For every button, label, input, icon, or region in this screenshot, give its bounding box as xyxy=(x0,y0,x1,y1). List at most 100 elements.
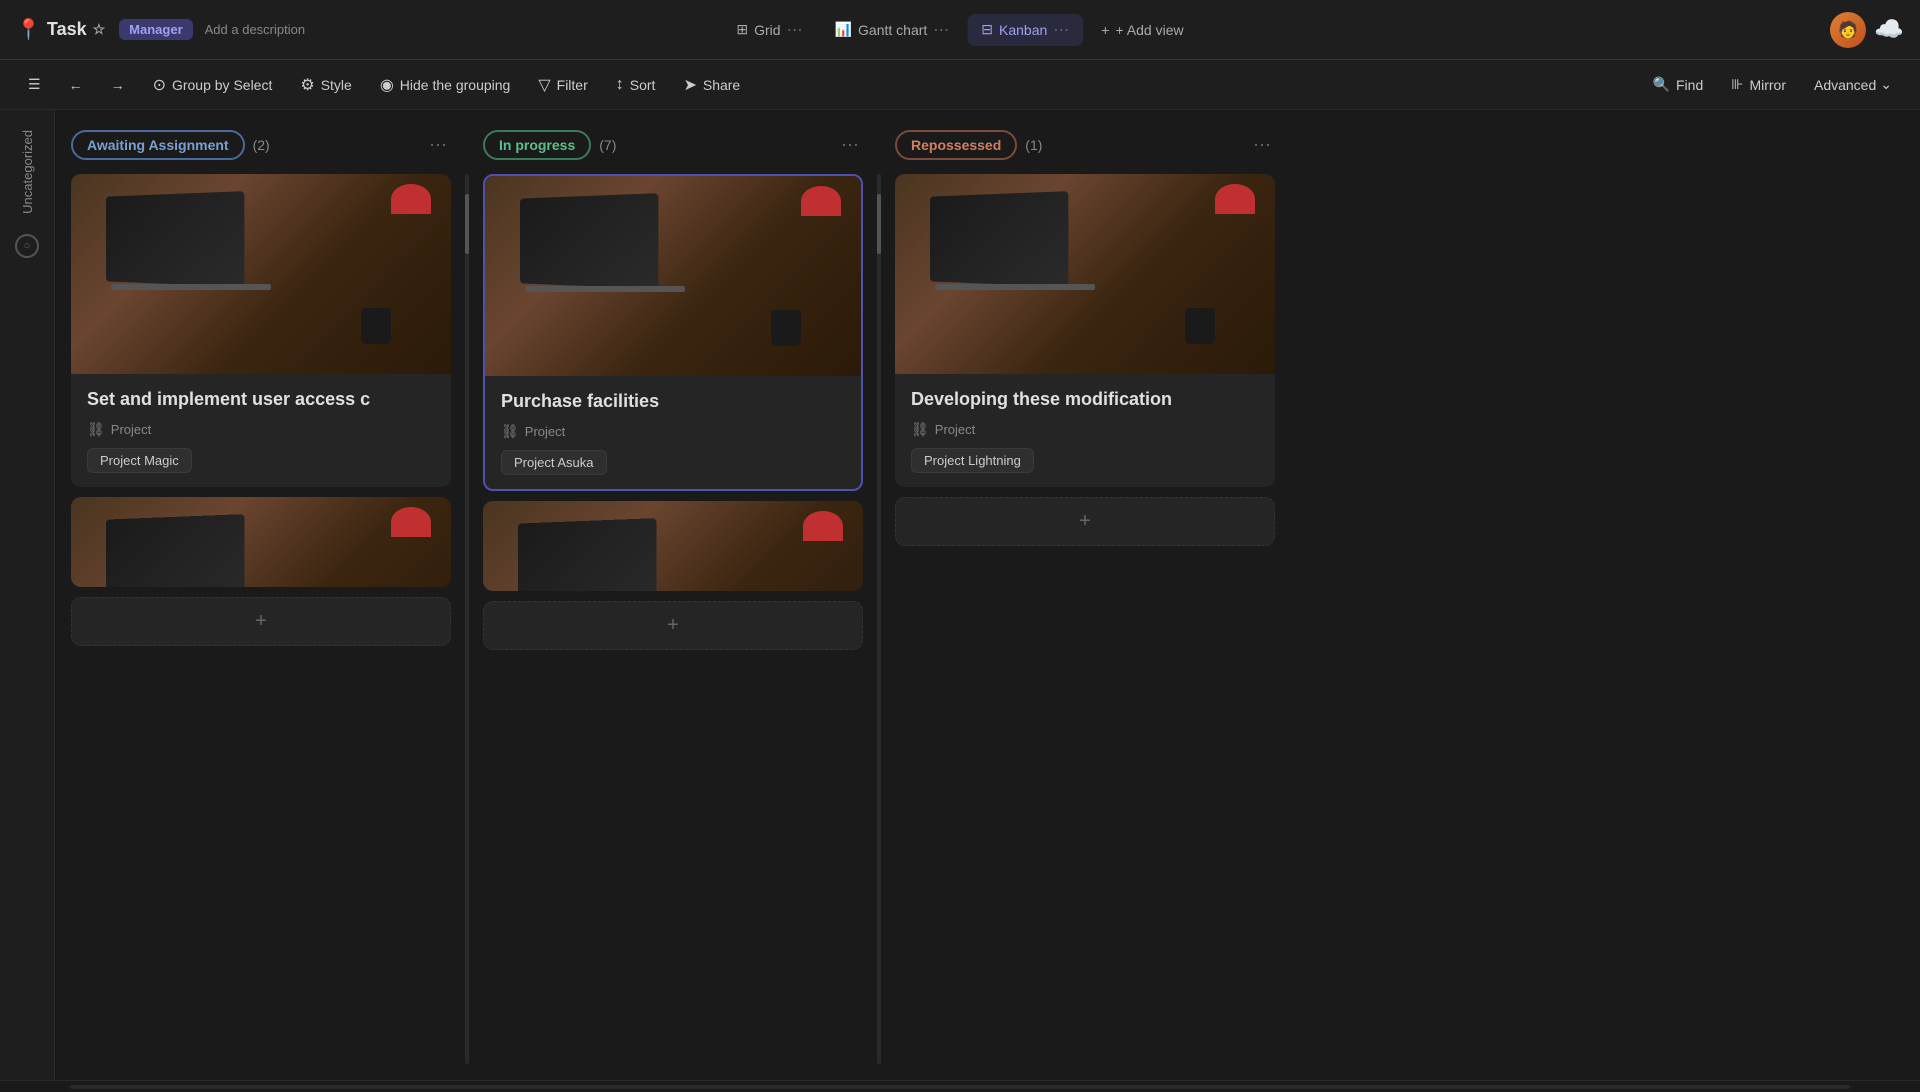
column-header-awaiting: Awaiting Assignment (2) ⋯ xyxy=(71,126,451,164)
redo-icon: → xyxy=(111,77,125,93)
column-label-awaiting: Awaiting Assignment (2) xyxy=(71,130,270,160)
hat-decoration-2 xyxy=(391,507,431,537)
sidebar-toggle-button[interactable]: ☰ xyxy=(16,71,53,98)
style-icon: ⚙ xyxy=(300,75,314,95)
card-project-label-developing: Project xyxy=(935,422,975,437)
card-content-set-user: Set and implement user access c ⛓ Projec… xyxy=(71,374,451,487)
grid-menu-icon[interactable]: ⋯ xyxy=(787,20,803,40)
project-link-icon: ⛓ xyxy=(87,421,105,438)
sort-button[interactable]: ↕ Sort xyxy=(604,71,668,99)
bottom-scrollbar[interactable] xyxy=(0,1080,1920,1092)
card-purchase-facilities[interactable]: ✋ Purchase facilities ⛓ Project Project … xyxy=(483,174,863,491)
hat-decoration-4 xyxy=(803,511,843,541)
app-title-text: Task xyxy=(47,19,87,40)
card-tag-lightning: Project Lightning xyxy=(911,448,1034,473)
mug-decoration-5 xyxy=(1185,308,1215,344)
toolbar: ☰ ← → ⊙ Group by Select ⚙ Style ◉ Hide t… xyxy=(0,60,1920,110)
filter-label: Filter xyxy=(557,77,588,93)
mirror-icon: ⊪ xyxy=(1731,76,1743,93)
card-project-label-1: Project xyxy=(111,422,151,437)
advanced-button[interactable]: Advanced ⌄ xyxy=(1802,71,1904,98)
mirror-button[interactable]: ⊪ Mirror xyxy=(1719,71,1798,98)
redo-button[interactable]: → xyxy=(99,72,137,98)
tab-kanban[interactable]: ⊟ Kanban ⋯ xyxy=(967,14,1083,46)
top-right-controls: 🧑 ☁️ xyxy=(1830,12,1904,48)
advanced-label: Advanced xyxy=(1814,77,1876,93)
card-developing-modification[interactable]: Developing these modification ⛓ Project … xyxy=(895,174,1275,487)
card-image-developing xyxy=(895,174,1275,374)
star-icon[interactable]: ☆ xyxy=(93,21,106,38)
repossessed-menu-icon[interactable]: ⋯ xyxy=(1249,131,1275,160)
card-inprogress-partial[interactable] xyxy=(483,501,863,591)
card-project-label-purchase: Project xyxy=(525,424,565,439)
column-inprogress: In progress (7) ⋯ ✋ Purchase facilities … xyxy=(483,126,863,1064)
card-content-developing: Developing these modification ⛓ Project … xyxy=(895,374,1275,487)
hat-decoration-5 xyxy=(1215,184,1255,214)
card-project-row-purchase: ⛓ Project xyxy=(501,423,845,440)
sidebar-toggle-icon: ☰ xyxy=(28,76,41,93)
gantt-icon: 📊 xyxy=(835,21,852,38)
add-card-inprogress[interactable]: + xyxy=(483,601,863,650)
filter-icon: ▽ xyxy=(538,75,550,95)
kanban-icon: ⊟ xyxy=(981,21,993,38)
inprogress-menu-icon[interactable]: ⋯ xyxy=(837,131,863,160)
top-bar: 📍 Task ☆ Manager Add a description ⊞ Gri… xyxy=(0,0,1920,60)
hat-decoration xyxy=(391,184,431,214)
view-tabs: ⊞ Grid ⋯ 📊 Gantt chart ⋯ ⊟ Kanban ⋯ + + … xyxy=(722,14,1197,46)
style-label: Style xyxy=(321,77,352,93)
inprogress-badge: In progress xyxy=(483,130,591,160)
card-tag-magic: Project Magic xyxy=(87,448,192,473)
share-button[interactable]: ➤ Share xyxy=(671,70,752,100)
column-label-repossessed: Repossessed (1) xyxy=(895,130,1042,160)
cloud-icon[interactable]: ☁️ xyxy=(1874,15,1904,44)
chevron-down-icon: ⌄ xyxy=(1880,76,1892,93)
uncategorized-sidebar: Uncategorized ○ xyxy=(0,110,55,1080)
awaiting-menu-icon[interactable]: ⋯ xyxy=(425,131,451,160)
toolbar-right: 🔍 Find ⊪ Mirror Advanced ⌄ xyxy=(1641,71,1904,98)
mug-decoration xyxy=(361,308,391,344)
find-button[interactable]: 🔍 Find xyxy=(1641,71,1716,98)
horizontal-scroll-track[interactable] xyxy=(70,1085,1850,1089)
hide-grouping-button[interactable]: ◉ Hide the grouping xyxy=(368,70,523,100)
kanban-menu-icon[interactable]: ⋯ xyxy=(1053,20,1069,40)
add-card-repossessed[interactable]: + xyxy=(895,497,1275,546)
card-set-user-access[interactable]: Set and implement user access c ⛓ Projec… xyxy=(71,174,451,487)
toolbar-left: ☰ ← → ⊙ Group by Select ⚙ Style ◉ Hide t… xyxy=(16,70,752,100)
kanban-board: Awaiting Assignment (2) ⋯ Set and implem… xyxy=(55,110,1920,1080)
main-layout: Uncategorized ○ Awaiting Assignment (2) … xyxy=(0,110,1920,1080)
share-icon: ➤ xyxy=(683,75,696,95)
find-icon: 🔍 xyxy=(1653,76,1670,93)
card-image-purchase xyxy=(485,176,861,376)
card-image-awaiting-partial xyxy=(71,497,451,587)
hide-grouping-label: Hide the grouping xyxy=(400,77,511,93)
column-label-inprogress: In progress (7) xyxy=(483,130,616,160)
group-by-button[interactable]: ⊙ Group by Select xyxy=(141,70,285,100)
card-awaiting-partial[interactable] xyxy=(71,497,451,587)
project-link-icon-2: ⛓ xyxy=(501,423,519,440)
tab-gantt[interactable]: 📊 Gantt chart ⋯ xyxy=(821,14,964,46)
mug-decoration-3 xyxy=(771,310,801,346)
tab-grid[interactable]: ⊞ Grid ⋯ xyxy=(722,14,816,46)
filter-button[interactable]: ▽ Filter xyxy=(526,70,599,100)
tab-gantt-label: Gantt chart xyxy=(858,22,927,38)
undo-button[interactable]: ← xyxy=(57,72,95,98)
avatar[interactable]: 🧑 xyxy=(1830,12,1866,48)
inprogress-scrollbar[interactable] xyxy=(877,174,881,1064)
column-awaiting: Awaiting Assignment (2) ⋯ Set and implem… xyxy=(71,126,451,1064)
repossessed-badge: Repossessed xyxy=(895,130,1017,160)
sort-icon: ↕ xyxy=(616,76,624,94)
app-title-group: 📍 Task ☆ Manager xyxy=(16,17,193,42)
group-by-icon: ⊙ xyxy=(153,75,166,95)
add-view-button[interactable]: + + Add view xyxy=(1087,16,1197,44)
inprogress-count: (7) xyxy=(599,137,616,153)
card-image-set-user xyxy=(71,174,451,374)
card-content-purchase: Purchase facilities ⛓ Project Project As… xyxy=(485,376,861,489)
style-button[interactable]: ⚙ Style xyxy=(288,70,363,100)
add-card-awaiting[interactable]: + xyxy=(71,597,451,646)
awaiting-scrollbar[interactable] xyxy=(465,174,469,1064)
card-tag-asuka: Project Asuka xyxy=(501,450,607,475)
uncategorized-count: ○ xyxy=(15,234,39,258)
hide-grouping-icon: ◉ xyxy=(380,75,394,95)
gantt-menu-icon[interactable]: ⋯ xyxy=(933,20,949,40)
uncategorized-label: Uncategorized xyxy=(16,122,39,222)
